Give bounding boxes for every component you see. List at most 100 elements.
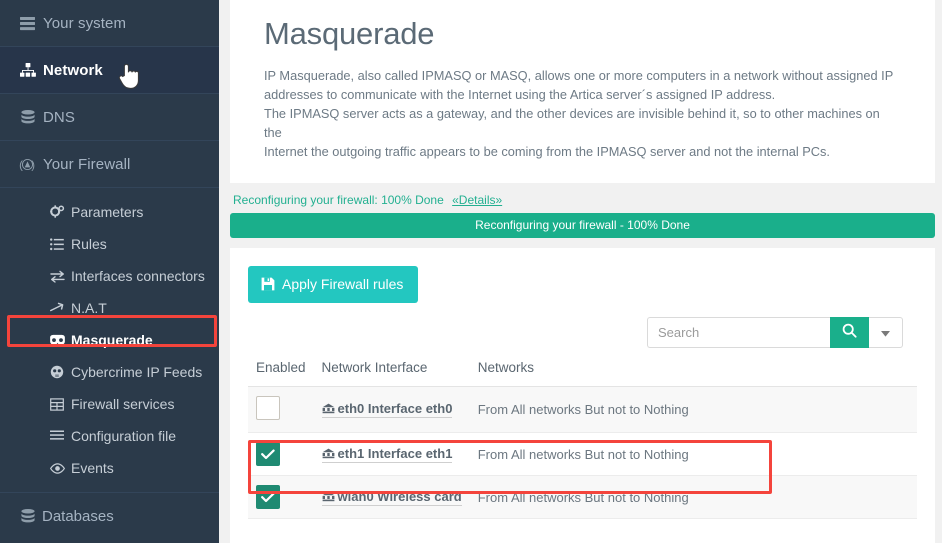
column-header-network-interface: Network Interface (313, 356, 470, 387)
sidebar-item-parameters[interactable]: Parameters (0, 196, 219, 228)
sidebar-item-interfaces-connectors[interactable]: Interfaces connectors (0, 260, 219, 292)
interface-name: wlan0 Wireless card (337, 488, 462, 504)
apply-button-label: Apply Firewall rules (282, 276, 404, 292)
caret-down-icon (881, 324, 890, 342)
page-description: IP Masquerade, also called IPMASQ or MAS… (264, 66, 901, 161)
bars-icon (48, 430, 66, 442)
table-row[interactable]: eth1 Interface eth1 From All networks Bu… (248, 432, 917, 476)
sidebar-item-network[interactable]: Network (0, 47, 219, 94)
mask-icon (48, 334, 66, 346)
enabled-checkbox[interactable] (256, 396, 280, 420)
cell-network-interface: eth0 Interface eth0 (313, 386, 470, 433)
sidebar-item-label: Firewall services (71, 396, 175, 412)
sidebar: Your system Network DNS () Your Firewal… (0, 0, 219, 543)
sidebar-item-label: Cybercrime IP Feeds (71, 364, 203, 380)
interface-name: eth0 Interface eth0 (337, 401, 453, 416)
sidebar-submenu-firewall: Parameters Rules Interfaces connectors N… (0, 188, 219, 492)
intro-panel-body: Masquerade IP Masquerade, also called IP… (230, 0, 935, 183)
sidebar-item-configuration-file[interactable]: Configuration file (0, 420, 219, 452)
table-body: eth0 Interface eth0 From All networks Bu… (248, 386, 917, 519)
progress-bar: Reconfiguring your firewall - 100% Done (230, 213, 935, 238)
network-wired-icon (322, 448, 335, 459)
status-text: Reconfiguring your firewall: 100% Done (233, 193, 444, 207)
cell-networks: From All networks But not to Nothing (469, 432, 917, 476)
sidebar-top-group: Your system Network DNS () Your Firewal… (0, 0, 219, 188)
sidebar-item-label: Masquerade (71, 332, 153, 348)
table-row[interactable]: eth0 Interface eth0 From All networks Bu… (248, 386, 917, 433)
description-line: Internet the outgoing traffic appears to… (264, 144, 830, 159)
svg-text:): ) (31, 159, 35, 171)
cogs-icon (48, 205, 66, 219)
description-line: IP Masquerade, also called IPMASQ or MAS… (264, 68, 894, 83)
cell-enabled (248, 386, 314, 433)
sidebar-item-events[interactable]: Events (0, 452, 219, 484)
column-header-enabled: Enabled (248, 356, 314, 387)
cell-network-interface: eth1 Interface eth1 (313, 432, 470, 476)
network-wired-icon (322, 403, 335, 414)
masquerade-panel: Apply Firewall rules Search Enabled Netw… (230, 248, 935, 543)
interface-link[interactable]: wlan0 Wireless card (321, 488, 462, 506)
sidebar-item-label: N.A.T (71, 300, 107, 316)
exchange-icon (48, 270, 66, 283)
skull-icon (48, 365, 66, 379)
eye-icon (48, 462, 66, 474)
apply-firewall-rules-button[interactable]: Apply Firewall rules (248, 266, 419, 303)
table-head: Enabled Network Interface Networks (248, 356, 917, 387)
intro-panel: Masquerade IP Masquerade, also called IP… (230, 0, 935, 183)
server-icon (18, 16, 37, 31)
cell-network-interface: wlan0 Wireless card (313, 475, 470, 519)
network-wired-icon (322, 491, 335, 502)
sidebar-item-firewall-services[interactable]: Firewall services (0, 388, 219, 420)
table-icon (48, 397, 66, 411)
sidebar-item-masquerade[interactable]: Masquerade (0, 324, 219, 356)
search-options-dropdown[interactable] (869, 317, 903, 348)
sidebar-item-your-system[interactable]: Your system (0, 0, 219, 47)
sidebar-item-label: Configuration file (71, 428, 177, 444)
database-icon (18, 109, 37, 125)
status-zone: Reconfiguring your firewall: 100% Done «… (230, 183, 935, 248)
search-input[interactable] (647, 317, 830, 348)
application-window: Your system Network DNS () Your Firewal… (0, 0, 942, 543)
reconfigure-status-line: Reconfiguring your firewall: 100% Done «… (230, 193, 935, 207)
cell-enabled (248, 475, 314, 519)
sitemap-icon (18, 62, 37, 78)
database-icon (18, 508, 37, 524)
shield-circle-icon: ( ) (18, 157, 37, 172)
main-content: Masquerade IP Masquerade, also called IP… (219, 0, 942, 543)
save-icon (261, 277, 275, 291)
sidebar-item-label: Interfaces connectors (71, 268, 205, 284)
table-header-row: Enabled Network Interface Networks (248, 356, 917, 387)
search-button[interactable] (830, 317, 869, 348)
arrow-right-icon (48, 302, 66, 315)
list-icon (48, 237, 66, 251)
interface-link[interactable]: eth0 Interface eth0 (321, 401, 453, 418)
sidebar-item-label: Databases (42, 507, 114, 525)
submenu-spacer-top (0, 188, 219, 196)
table-row[interactable]: wlan0 Wireless card From All networks Bu… (248, 475, 917, 519)
details-link[interactable]: «Details» (452, 193, 502, 207)
sidebar-item-label: Rules (71, 236, 107, 252)
sidebar-item-dns[interactable]: DNS (0, 94, 219, 141)
sidebar-item-cybercrime-ip-feeds[interactable]: Cybercrime IP Feeds (0, 356, 219, 388)
sidebar-item-databases[interactable]: Databases (0, 492, 219, 539)
search-row (248, 317, 917, 348)
cell-networks: From All networks But not to Nothing (469, 475, 917, 519)
enabled-checkbox[interactable] (256, 485, 280, 509)
column-header-networks: Networks (469, 356, 917, 387)
description-line: The IPMASQ server acts as a gateway, and… (264, 106, 880, 140)
description-line: addresses to communicate with the Intern… (264, 87, 776, 102)
enabled-checkbox[interactable] (256, 442, 280, 466)
sidebar-item-your-firewall[interactable]: ( ) Your Firewall (0, 141, 219, 188)
sidebar-item-label: Parameters (71, 204, 144, 220)
sidebar-item-label: Your Firewall (43, 155, 131, 173)
search-group (647, 317, 903, 348)
interface-name: eth1 Interface eth1 (337, 445, 453, 461)
interface-link[interactable]: eth1 Interface eth1 (321, 445, 453, 463)
submenu-spacer-bottom (0, 484, 219, 492)
sidebar-item-nat[interactable]: N.A.T (0, 292, 219, 324)
sidebar-item-rules[interactable]: Rules (0, 228, 219, 260)
cell-networks: From All networks But not to Nothing (469, 386, 917, 433)
sidebar-item-label: Your system (43, 14, 127, 32)
masquerade-table: Enabled Network Interface Networks eth0 … (248, 356, 917, 519)
page-title: Masquerade (264, 16, 435, 51)
